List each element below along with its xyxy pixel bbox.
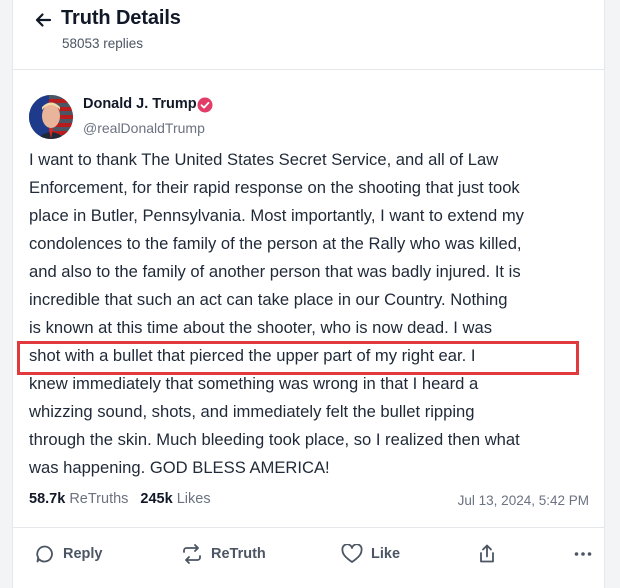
verified-badge-icon xyxy=(197,97,213,113)
retruth-button[interactable]: ReTruth xyxy=(181,540,266,568)
like-button[interactable]: Like xyxy=(341,540,400,568)
author-name[interactable]: Donald J. Trump xyxy=(83,96,197,112)
post-detail-panel: Truth Details 58053 replies Donald J. Tr… xyxy=(12,0,605,588)
post-body: I want to thank The United States Secret… xyxy=(29,146,601,482)
retruths-count: 58.7k xyxy=(29,491,66,507)
reply-button[interactable]: Reply xyxy=(35,540,103,568)
retruths-label: ReTruths xyxy=(69,491,129,507)
post-line: was happening. GOD BLESS AMERICA! xyxy=(29,458,330,477)
like-label: Like xyxy=(371,546,401,562)
post-line: incredible that such an act can take pla… xyxy=(29,290,508,309)
post-stats: 58.7k ReTruths 245k Likes xyxy=(29,491,211,507)
repost-icon xyxy=(183,544,201,564)
back-button[interactable] xyxy=(29,6,57,34)
post-line: and also to the family of another person… xyxy=(29,262,521,281)
post-line: through the skin. Much bleeding took pla… xyxy=(29,430,520,449)
comment-icon xyxy=(36,545,53,563)
post-line: knew immediately that something was wron… xyxy=(29,374,479,393)
avatar-image xyxy=(29,95,73,139)
post-line: whizzing sound, shots, and immediately f… xyxy=(29,402,475,421)
post-line: condolences to the family of the person … xyxy=(29,234,522,253)
page-title: Truth Details xyxy=(61,7,181,29)
post-line: is known at this time about the shooter,… xyxy=(29,318,493,337)
reply-label: Reply xyxy=(63,546,103,562)
avatar[interactable] xyxy=(29,95,73,139)
retruth-label: ReTruth xyxy=(211,546,266,562)
likes-stat[interactable]: 245k Likes xyxy=(140,491,210,507)
heart-icon xyxy=(341,544,363,563)
share-icon xyxy=(480,544,494,563)
more-options-button[interactable] xyxy=(573,540,593,568)
likes-count: 245k xyxy=(140,491,173,507)
divider xyxy=(13,527,604,528)
post-timestamp: Jul 13, 2024, 5:42 PM xyxy=(457,493,589,508)
page-header: Truth Details 58053 replies xyxy=(13,0,604,70)
retruths-stat[interactable]: 58.7k ReTruths xyxy=(29,491,128,507)
reply-count: 58053 replies xyxy=(62,36,144,51)
post-line: Enforcement, for their rapid response on… xyxy=(29,178,520,197)
post-line: place in Butler, Pennsylvania. Most impo… xyxy=(29,206,524,225)
more-horizontal-icon xyxy=(574,552,592,556)
author-handle[interactable]: @realDonaldTrump xyxy=(83,120,205,136)
arrow-left-icon xyxy=(35,13,52,27)
share-button[interactable] xyxy=(477,540,497,568)
post-line-highlighted: shot with a bullet that pierced the uppe… xyxy=(29,346,476,365)
post-line: I want to thank The United States Secret… xyxy=(29,150,499,169)
likes-label: Likes xyxy=(176,491,211,507)
